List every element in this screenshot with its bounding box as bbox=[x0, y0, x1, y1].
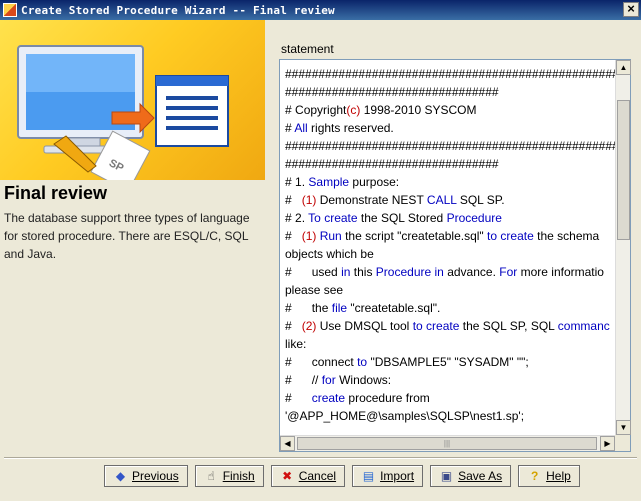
window-title: Create Stored Procedure Wizard -- Final … bbox=[21, 3, 335, 17]
code-line: ################################ bbox=[285, 85, 499, 99]
code-line: '@APP_HOME@\samples\SQLSP\nest1.sp'; bbox=[285, 409, 525, 423]
horizontal-scrollbar[interactable]: ◀ ||| ▶ bbox=[280, 435, 615, 451]
wizard-info-panel: SP Final review The database support thr… bbox=[0, 20, 265, 501]
button-separator bbox=[4, 457, 637, 459]
scroll-corner bbox=[615, 435, 630, 451]
horizontal-scroll-thumb[interactable]: ||| bbox=[297, 437, 597, 450]
code-line: # create procedure from bbox=[285, 391, 430, 405]
scroll-up-icon[interactable]: ▲ bbox=[616, 60, 631, 75]
import-button[interactable]: ▤ Import bbox=[352, 465, 424, 487]
code-line: # // for Windows: bbox=[285, 373, 392, 387]
app-icon bbox=[3, 3, 17, 17]
step-description: The database support three types of lang… bbox=[4, 211, 250, 261]
code-line: objects which be bbox=[285, 247, 374, 261]
code-line: # (1) Run the script "createtable.sql" t… bbox=[285, 229, 600, 243]
statement-text-area[interactable]: ################################ ########… bbox=[280, 60, 615, 435]
code-line: # 1. Sample purpose: bbox=[285, 175, 400, 189]
code-line: # used in this Procedure in advance. For… bbox=[285, 265, 604, 279]
code-line: ################################ bbox=[285, 157, 499, 171]
code-line: # Copyright(c) 1998-2010 SYSCOM bbox=[285, 103, 477, 117]
code-line: # connect to "DBSAMPLE5" "SYSADM" ""; bbox=[285, 355, 529, 369]
code-line: like: bbox=[285, 337, 307, 351]
scroll-down-icon[interactable]: ▼ bbox=[616, 420, 631, 435]
code-line: please see bbox=[285, 283, 344, 297]
close-button[interactable]: × bbox=[623, 2, 639, 17]
scroll-left-icon[interactable]: ◀ bbox=[280, 436, 295, 451]
hand-pointer-icon: ☝ bbox=[207, 469, 215, 483]
finish-button[interactable]: ☝ Finish bbox=[194, 465, 264, 487]
wizard-body: SP Final review The database support thr… bbox=[0, 20, 641, 501]
save-disk-icon: ▣ bbox=[440, 469, 453, 483]
code-line: # (2) Use DMSQL tool to create the SQL S… bbox=[285, 319, 610, 333]
statement-scrollpane[interactable]: ################################ ########… bbox=[279, 59, 631, 452]
code-line: # (1) Demonstrate NEST CALL SQL SP. bbox=[285, 193, 505, 207]
x-mark-icon: ✖ bbox=[282, 469, 293, 483]
vertical-scrollbar[interactable]: ▲ ▼ bbox=[615, 60, 631, 435]
folder-open-icon: ▤ bbox=[362, 469, 375, 483]
step-heading: Final review bbox=[4, 183, 108, 203]
arrow-left-icon: ◆ bbox=[115, 469, 126, 483]
vertical-scroll-thumb[interactable] bbox=[617, 100, 630, 240]
question-mark-icon: ? bbox=[530, 469, 539, 483]
previous-button[interactable]: ◆ Previous bbox=[104, 465, 188, 487]
cancel-button[interactable]: ✖ Cancel bbox=[270, 465, 346, 487]
title-bar: Create Stored Procedure Wizard -- Final … bbox=[0, 0, 641, 20]
statement-label: statement bbox=[281, 42, 334, 56]
code-line: # 2. To create the SQL Stored Procedure bbox=[285, 211, 502, 225]
code-line: ########################################… bbox=[285, 139, 615, 153]
wizard-button-bar: ◆ Previous ☝ Finish ✖ Cancel ▤ Import ▣ … bbox=[104, 465, 580, 487]
wizard-banner-image: SP bbox=[0, 20, 265, 180]
scroll-right-icon[interactable]: ▶ bbox=[600, 436, 615, 451]
code-line: # the file "createtable.sql". bbox=[285, 301, 441, 315]
save-as-button[interactable]: ▣ Save As bbox=[430, 465, 512, 487]
help-button[interactable]: ? Help bbox=[518, 465, 580, 487]
code-line: # All rights reserved. bbox=[285, 121, 394, 135]
code-line: ########################################… bbox=[285, 67, 615, 81]
